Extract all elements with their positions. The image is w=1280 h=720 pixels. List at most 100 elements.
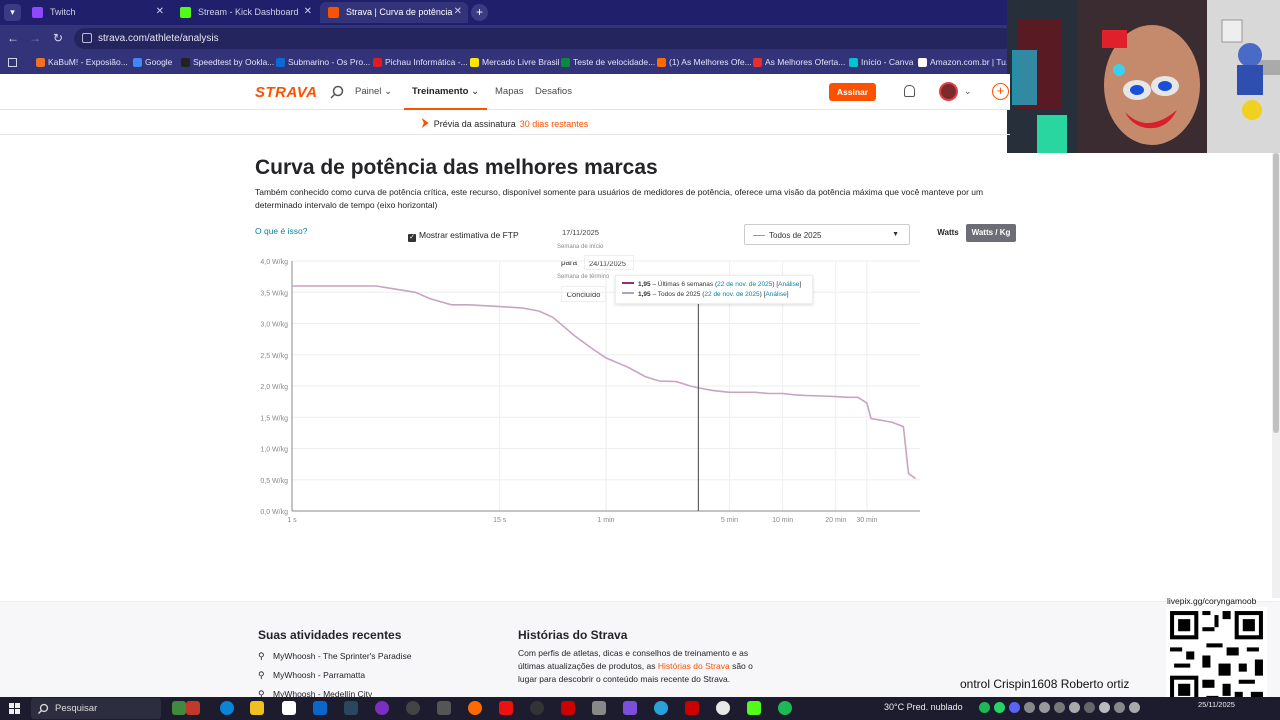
nav-desafios[interactable]: Desafios xyxy=(535,86,572,97)
kick-icon xyxy=(180,7,191,18)
what-is-this-link[interactable]: O que é isso? xyxy=(255,226,307,236)
bookmark-label: Amazon.com.br | Tu... xyxy=(930,57,1013,67)
bookmark-item[interactable]: Speedtest by Ookla... xyxy=(181,57,274,67)
bookmark-item[interactable]: Pichau Informática -... xyxy=(373,57,468,67)
apps-grid-icon[interactable] xyxy=(8,58,17,67)
taskbar-app-icon[interactable] xyxy=(406,701,420,715)
tray-icon[interactable] xyxy=(979,702,990,713)
tray-icon[interactable] xyxy=(1054,702,1065,713)
unit-wkg-button[interactable]: Watts / Kg xyxy=(966,224,1016,242)
bookmark-item[interactable]: Teste de velocidade... xyxy=(561,57,655,67)
taskbar-clock[interactable]: 25/11/2025 xyxy=(1198,701,1235,709)
activity-item[interactable]: ⚲ MyWhoosh - The Sprinter's Paradise xyxy=(258,651,411,661)
twitch-icon xyxy=(32,7,43,18)
spotify-icon[interactable] xyxy=(778,701,792,715)
stories-link[interactable]: Histórias do Strava xyxy=(658,661,730,671)
nav-painel[interactable]: Painel ⌄ xyxy=(355,86,392,97)
folder-icon[interactable] xyxy=(250,701,264,715)
obs-icon[interactable] xyxy=(375,701,389,715)
edge-icon[interactable] xyxy=(220,701,234,715)
bookmark-item[interactable]: KaBuM! - Exposião... xyxy=(36,57,128,67)
bookmark-item[interactable]: Início - Canva xyxy=(849,57,913,67)
tray-icon[interactable] xyxy=(1024,702,1035,713)
close-tab-icon[interactable]: ✕ xyxy=(304,6,312,17)
taskbar-app-icon[interactable] xyxy=(172,701,186,715)
taskbar-app-icon[interactable] xyxy=(592,701,606,715)
subscription-banner[interactable]: Prévia da assinatura 30 dias restantes xyxy=(0,111,1010,135)
chevron-down-icon[interactable]: ⌄ xyxy=(964,86,972,97)
subscribe-button[interactable]: Assinar xyxy=(829,83,876,101)
bookmark-item[interactable]: Mercado Livre Brasil xyxy=(470,57,559,67)
power-curve-chart[interactable]: 4,0 W/kg 3,5 W/kg 3,0 W/kg 2,5 W/kg 2,0 W/kg… xyxy=(250,250,930,530)
url-field[interactable]: strava.com/athlete/analysis xyxy=(74,28,1014,49)
bookmark-item[interactable]: As Melhores Oferta... xyxy=(753,57,845,67)
notifications-bell-icon[interactable] xyxy=(904,85,915,97)
page-scrollbar[interactable] xyxy=(1272,153,1280,598)
forward-icon[interactable]: → xyxy=(28,31,42,45)
steam-icon[interactable] xyxy=(344,701,358,715)
site-info-icon[interactable] xyxy=(82,33,92,43)
activity-item[interactable]: ⚲ MyWhoosh - Medellín City xyxy=(258,689,372,697)
search-icon[interactable] xyxy=(330,85,344,99)
taskbar-app-icon[interactable] xyxy=(437,701,451,715)
bookmark-label: Teste de velocidade... xyxy=(573,57,656,67)
flag-icon xyxy=(421,118,429,128)
chrome-icon[interactable] xyxy=(716,701,730,715)
windows-start-icon[interactable] xyxy=(9,703,20,714)
tab-twitch[interactable]: Twitch ✕ xyxy=(24,2,170,23)
taskbar-app-icon[interactable] xyxy=(747,701,761,715)
strava-logo[interactable]: STRAVA xyxy=(255,84,317,101)
close-tab-icon[interactable]: ✕ xyxy=(156,6,164,17)
tab-kick[interactable]: Stream - Kick Dashboard ✕ xyxy=(172,2,318,23)
taskbar-search[interactable]: Pesquisar xyxy=(31,698,161,719)
tooltip-row: 1,95 – Últimas 6 semanas (22 de nov. de … xyxy=(622,280,812,290)
taskbar-app-icon[interactable] xyxy=(186,701,200,715)
ftp-estimate-checkbox[interactable]: ✓ Mostrar estimativa de FTP xyxy=(408,230,519,242)
bookmark-favicon-icon xyxy=(849,58,858,67)
tray-icon[interactable] xyxy=(1009,702,1020,713)
telegram-icon[interactable] xyxy=(654,701,668,715)
tray-icon[interactable] xyxy=(1114,702,1125,713)
x-tick-label: 1 s xyxy=(287,517,297,524)
tray-icon[interactable] xyxy=(994,702,1005,713)
close-tab-icon[interactable]: ✕ xyxy=(454,6,462,17)
avatar[interactable] xyxy=(939,82,958,101)
unit-watts-button[interactable]: Watts xyxy=(932,224,964,242)
tab-strava[interactable]: Strava | Curva de potência ✕ xyxy=(320,2,468,23)
start-date-input[interactable]: 17/11/2025 xyxy=(562,228,599,237)
bookmark-favicon-icon xyxy=(561,58,570,67)
bookmark-item[interactable]: Amazon.com.br | Tu... xyxy=(918,57,1013,67)
bookmark-item[interactable]: Google xyxy=(133,57,172,67)
taskbar-app-icon[interactable] xyxy=(530,701,544,715)
bookmark-favicon-icon xyxy=(276,58,285,67)
nav-mapas[interactable]: Mapas xyxy=(495,86,524,97)
bookmark-label: Speedtest by Ookla... xyxy=(193,57,275,67)
reload-icon[interactable]: ↻ xyxy=(51,31,65,45)
taskbar-app-icon[interactable] xyxy=(623,701,637,715)
bookmark-item[interactable]: (1) As Melhores Ofe... xyxy=(657,57,752,67)
outlook-icon[interactable] xyxy=(313,701,327,715)
tray-icon[interactable] xyxy=(1084,702,1095,713)
tray-icon[interactable] xyxy=(1099,702,1110,713)
tray-icon[interactable] xyxy=(1069,702,1080,713)
firefox-icon[interactable] xyxy=(468,701,482,715)
period-select[interactable]: Todos de 2025 ▼ xyxy=(744,224,910,245)
tooltip-row: 1,95 – Todos de 2025 (22 de nov. de 2025… xyxy=(622,290,812,300)
webcam-overlay xyxy=(1007,0,1280,153)
new-tab-button[interactable]: + xyxy=(471,4,488,21)
nav-treinamento[interactable]: Treinamento ⌄ xyxy=(412,86,479,97)
activity-item[interactable]: ⚲ MyWhoosh - Parramatta xyxy=(258,670,365,680)
taskbar-app-icon[interactable] xyxy=(685,701,699,715)
scrollbar-thumb[interactable] xyxy=(1273,153,1279,433)
windows-taskbar: Pesquisar 30°C Pred. nublado 25/11/2025 xyxy=(0,697,1280,720)
tray-icon[interactable] xyxy=(1129,702,1140,713)
tray-icon[interactable] xyxy=(1039,702,1050,713)
tab-search-dropdown[interactable]: ▾ xyxy=(4,4,21,21)
back-icon[interactable]: ← xyxy=(6,31,20,45)
bookmark-item[interactable]: Submarino - Os Pro... xyxy=(276,57,370,67)
upload-plus-icon[interactable]: + xyxy=(992,83,1009,100)
weather-widget[interactable]: 30°C Pred. nublado xyxy=(884,702,963,712)
taskbar-app-icon[interactable] xyxy=(499,701,513,715)
taskbar-app-icon[interactable] xyxy=(561,701,575,715)
store-icon[interactable] xyxy=(282,701,296,715)
